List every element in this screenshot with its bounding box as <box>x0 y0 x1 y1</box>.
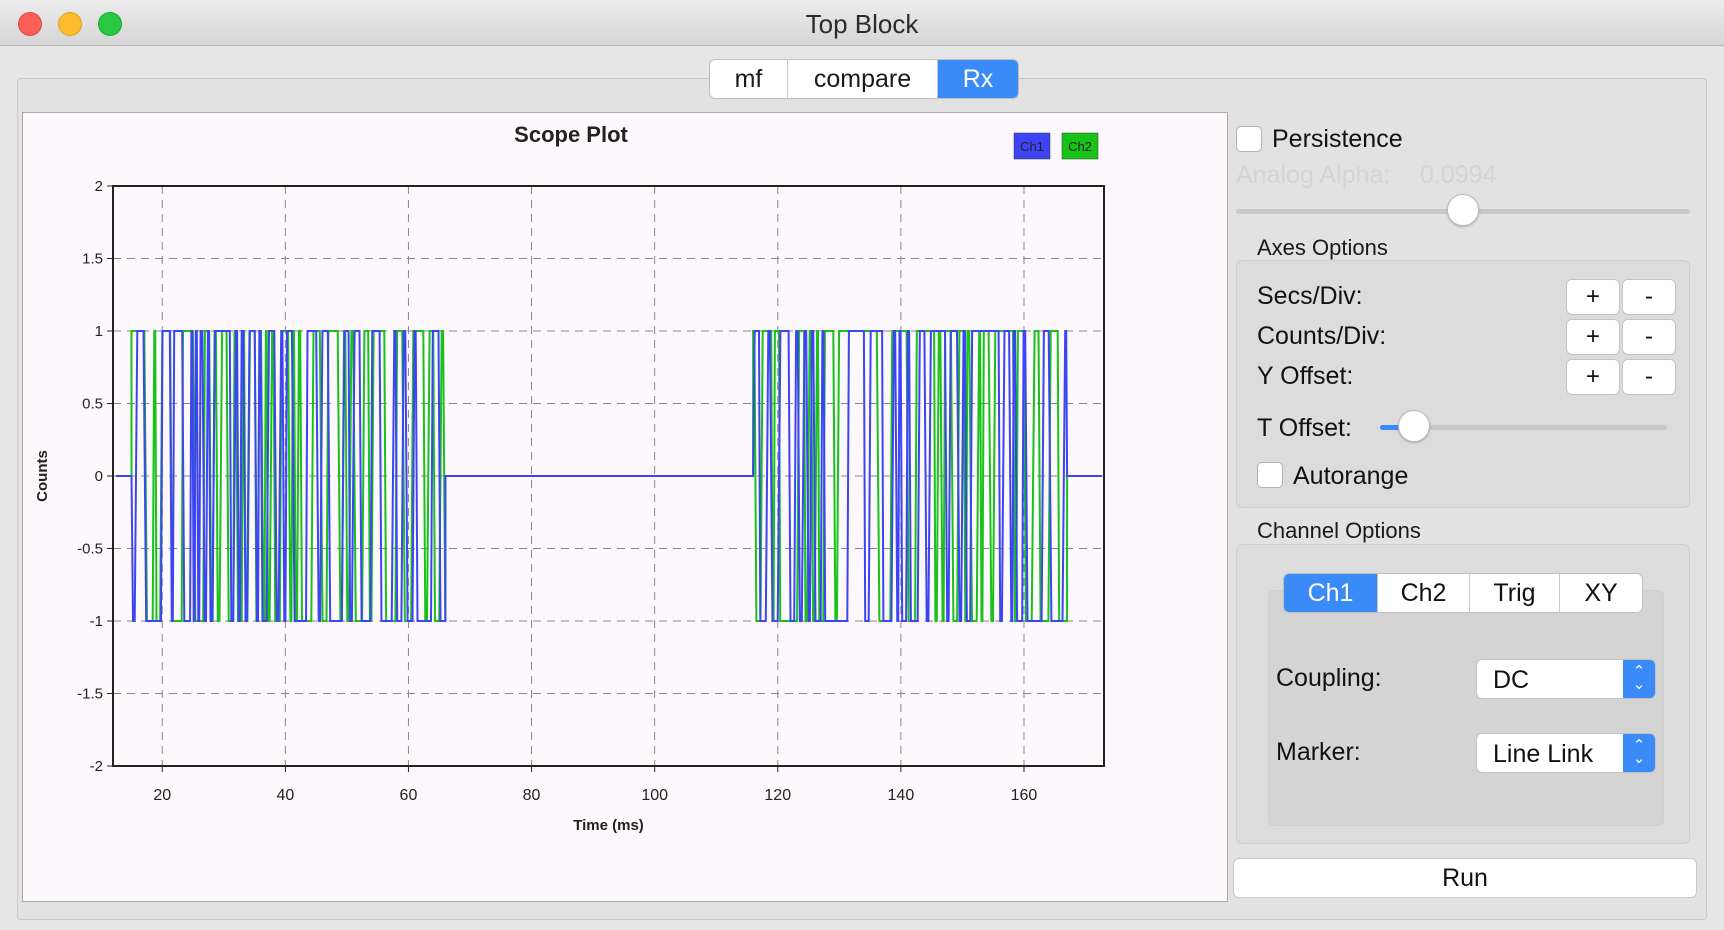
y-tick-label: 1.5 <box>82 251 103 268</box>
channel-tab-content <box>1268 590 1664 826</box>
secs-div-label: Secs/Div: <box>1257 282 1363 310</box>
y-tick-label: -0.5 <box>77 541 103 558</box>
scope-chart: 20 40 60 80 100 120 140 160 2 1.5 1 0.5 0 -0.5 -1 -1.5 -… <box>34 122 1105 834</box>
analog-alpha-slider-handle[interactable] <box>1447 194 1479 226</box>
coupling-select[interactable]: DC ⌃ ⌄ <box>1476 659 1656 699</box>
updown-chevron-icon: ⌃ ⌄ <box>1623 734 1655 772</box>
channel-tab-ch1[interactable]: Ch1 <box>1284 574 1378 612</box>
counts-div-label: Counts/Div: <box>1257 322 1387 350</box>
counts-div-plus-button[interactable]: + <box>1566 319 1620 355</box>
tab-mf[interactable]: mf <box>710 60 788 98</box>
persistence-label: Persistence <box>1272 125 1403 153</box>
coupling-value: DC <box>1493 666 1530 694</box>
channel-tab-bar: Ch1 Ch2 Trig XY <box>1283 573 1643 613</box>
analog-alpha-label: Analog Alpha: <box>1236 161 1391 189</box>
y-offset-plus-button[interactable]: + <box>1566 359 1620 395</box>
controls-panel: Persistence Analog Alpha: 0.0994 Axes Op… <box>1228 116 1690 902</box>
x-tick-label: 40 <box>276 787 294 804</box>
tab-rx[interactable]: Rx <box>938 60 1018 98</box>
y-tick-label: 1 <box>95 323 103 340</box>
main-tab-bar: mf compare Rx <box>709 59 1019 99</box>
y-tick-label: 0 <box>95 468 103 485</box>
app-window: Top Block mf compare Rx 20 40 60 80 100 120 14… <box>0 0 1724 930</box>
x-axis-label: Time (ms) <box>573 817 644 834</box>
updown-chevron-icon: ⌃ ⌄ <box>1623 660 1655 698</box>
x-tick-label: 80 <box>523 787 541 804</box>
y-offset-minus-button[interactable]: - <box>1622 359 1676 395</box>
chart-title: Scope Plot <box>514 122 628 147</box>
y-tick-label: 0.5 <box>82 396 103 413</box>
y-axis-label: Counts <box>34 450 51 502</box>
x-tick-label: 160 <box>1011 787 1038 804</box>
axes-options-title: Axes Options <box>1257 235 1388 260</box>
y-tick-label: -2 <box>90 758 103 775</box>
window-title: Top Block <box>805 9 919 39</box>
secs-div-minus-button[interactable]: - <box>1622 279 1676 315</box>
x-tick-label: 100 <box>641 787 668 804</box>
marker-label: Marker: <box>1276 738 1361 766</box>
t-offset-label: T Offset: <box>1257 414 1352 442</box>
scope-plot-area: 20 40 60 80 100 120 140 160 2 1.5 1 0.5 0 -0.5 -1 -1.5 -… <box>22 112 1228 902</box>
run-button[interactable]: Run <box>1233 858 1697 898</box>
tab-compare[interactable]: compare <box>788 60 938 98</box>
secs-div-plus-button[interactable]: + <box>1566 279 1620 315</box>
counts-div-minus-button[interactable]: - <box>1622 319 1676 355</box>
y-tick-label: -1 <box>90 613 103 630</box>
autorange-label: Autorange <box>1293 462 1409 490</box>
x-tick-label: 140 <box>888 787 915 804</box>
channel-tab-trig[interactable]: Trig <box>1470 574 1560 612</box>
title-bar: Top Block <box>0 0 1724 46</box>
marker-value: Line Link <box>1493 740 1594 768</box>
channel-options-title: Channel Options <box>1257 518 1421 543</box>
autorange-checkbox[interactable] <box>1257 462 1283 488</box>
y-tick-label: 2 <box>95 178 103 195</box>
channel-tab-ch2[interactable]: Ch2 <box>1378 574 1470 612</box>
y-offset-label: Y Offset: <box>1257 362 1354 390</box>
legend-label-ch1: Ch1 <box>1020 139 1044 154</box>
persistence-checkbox[interactable] <box>1236 126 1262 152</box>
y-tick-label: -1.5 <box>77 686 103 703</box>
x-tick-label: 20 <box>153 787 171 804</box>
x-tick-label: 120 <box>764 787 791 804</box>
analog-alpha-value: 0.0994 <box>1420 161 1497 189</box>
legend-label-ch2: Ch2 <box>1068 139 1092 154</box>
coupling-label: Coupling: <box>1276 664 1382 692</box>
marker-select[interactable]: Line Link ⌃ ⌄ <box>1476 733 1656 773</box>
channel-tab-xy[interactable]: XY <box>1560 574 1642 612</box>
x-tick-label: 60 <box>400 787 418 804</box>
